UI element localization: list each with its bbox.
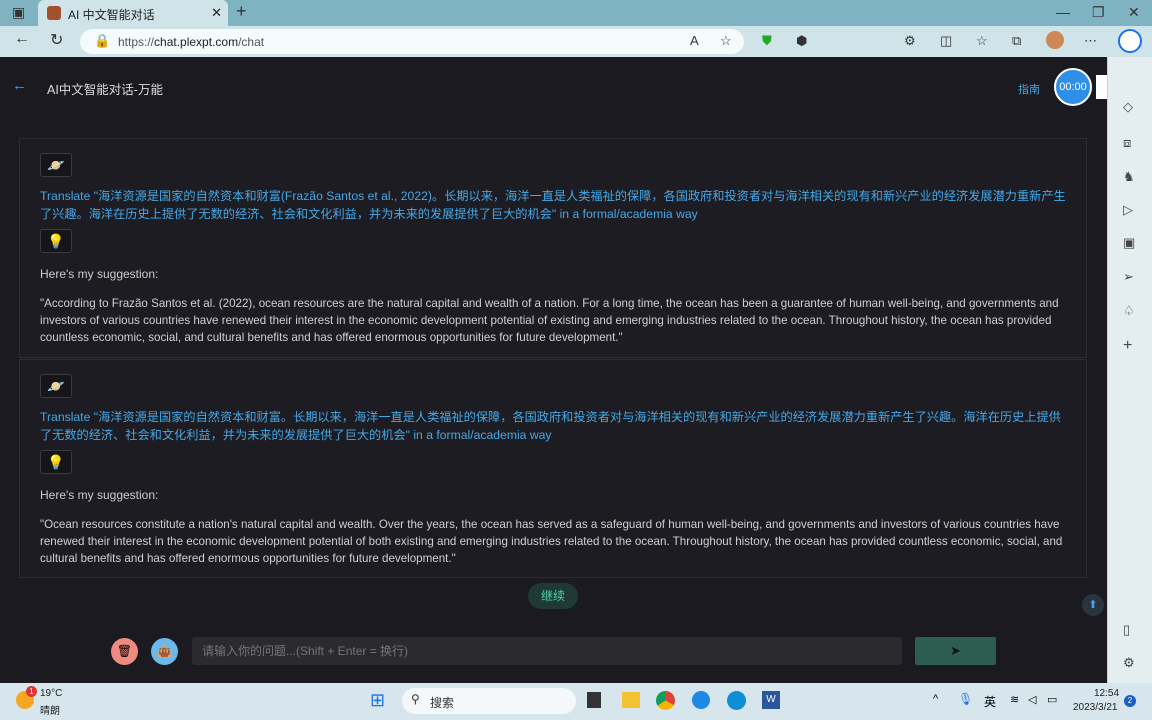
word-icon[interactable]: W xyxy=(762,691,780,709)
sidebar-toggle-icon[interactable]: ▯ xyxy=(1123,622,1130,638)
close-tab-icon[interactable]: ✕ xyxy=(211,5,222,21)
page-title: AI中文智能对话-万能 xyxy=(47,83,163,97)
explorer-icon[interactable] xyxy=(622,692,640,708)
tray-chevron-icon[interactable]: ^ xyxy=(933,693,938,705)
search-label: 搜索 xyxy=(430,696,455,710)
answer-text: "According to Frazão Santos et al. (2022… xyxy=(40,297,1059,344)
battery-icon[interactable]: ▭ xyxy=(1047,693,1057,706)
url-prefix: https:// xyxy=(118,35,155,49)
message-card: 🪐 Translate "海洋资源是国家的自然资本和财富(Frazão Sant… xyxy=(19,138,1087,358)
outlook-icon[interactable]: ▣ xyxy=(1123,235,1135,251)
wifi-icon[interactable]: ≋ xyxy=(1010,693,1019,706)
toolbox-icon[interactable]: ⧈ xyxy=(1123,135,1131,151)
answer-label: Here's my suggestion: xyxy=(40,267,159,281)
tab-actions-icon[interactable]: ▣ xyxy=(12,4,25,21)
temperature: 19°C xyxy=(40,688,63,699)
tab-title: AI 中文智能对话 xyxy=(68,8,155,22)
clear-button[interactable]: 🗑 xyxy=(111,638,138,665)
url-path: /chat xyxy=(238,35,265,49)
favicon-icon xyxy=(47,6,61,20)
recording-timer[interactable]: 00:00 xyxy=(1054,68,1092,106)
tag-icon[interactable]: ◇ xyxy=(1123,99,1133,115)
scroll-top-button[interactable]: ⬆ xyxy=(1082,594,1104,616)
user-planet-icon: 🪐 xyxy=(40,374,72,398)
weather-badge: 1 xyxy=(26,686,37,697)
chat-input[interactable] xyxy=(192,637,902,665)
weather-text: 晴朗 xyxy=(40,706,60,717)
clock-date[interactable]: 2023/3/21 xyxy=(1073,702,1118,713)
favorite-icon[interactable]: ☆ xyxy=(720,33,732,49)
guide-link[interactable]: 指南 xyxy=(1018,81,1040,97)
address-bar: ← ↻ https://chat.plexpt.com/chat 🔒 A ☆ ⛊… xyxy=(0,26,1152,57)
minimize-icon[interactable]: — xyxy=(1056,4,1070,20)
close-window-icon[interactable]: ✕ xyxy=(1128,4,1140,21)
recorder-panel xyxy=(1096,75,1107,99)
mic-icon[interactable]: 🎙 xyxy=(958,692,973,706)
chrome-icon[interactable] xyxy=(656,691,675,710)
bing-icon[interactable] xyxy=(1118,29,1142,53)
send-icon[interactable]: ➢ xyxy=(1123,269,1134,285)
url-host: chat.plexpt.com xyxy=(154,35,239,49)
bot-lightbulb-icon: 💡 xyxy=(40,229,72,253)
maximize-icon[interactable]: ❐ xyxy=(1092,4,1105,21)
shield-icon[interactable]: ⛊ xyxy=(762,33,772,49)
user-planet-icon: 🪐 xyxy=(40,153,72,177)
more-icon[interactable]: ⋯ xyxy=(1084,33,1097,49)
search-box[interactable]: ⚲ 搜索 xyxy=(402,688,576,714)
answer-label: Here's my suggestion: xyxy=(40,488,159,502)
edge-icon[interactable] xyxy=(727,691,746,710)
app-icon[interactable] xyxy=(587,692,601,708)
extensions-icon[interactable]: ⚙ xyxy=(904,33,916,49)
bell-icon[interactable]: ♤ xyxy=(1123,303,1135,319)
lock-icon: 🔒 xyxy=(94,33,111,48)
refresh-icon[interactable]: ↻ xyxy=(50,30,63,50)
url-input[interactable]: https://chat.plexpt.com/chat xyxy=(80,29,744,54)
extension-icon[interactable]: ⬢ xyxy=(796,33,807,49)
app2-icon[interactable] xyxy=(692,691,710,709)
back-icon[interactable]: ← xyxy=(14,30,30,48)
user-question: Translate "海洋资源是国家的自然资本和财富(Frazão Santos… xyxy=(40,189,1066,221)
settings-icon[interactable]: ⚙ xyxy=(1123,655,1135,671)
answer-text: "Ocean resources constitute a nation's n… xyxy=(40,518,1063,565)
drop-icon[interactable]: ▷ xyxy=(1123,202,1133,218)
bot-lightbulb-icon: 💡 xyxy=(40,450,72,474)
notification-badge[interactable]: 2 xyxy=(1124,695,1136,707)
start-icon[interactable]: ⊞ xyxy=(370,690,385,711)
message-card: 🪐 Translate "海洋资源是国家的自然资本和财富。长期以来，海洋一直是人… xyxy=(19,359,1087,578)
taskbar: 1 19°C 晴朗 ⊞ ⚲ 搜索 W ^ 🎙 英 ≋ ◁ ▭ 12:54 2023… xyxy=(0,683,1152,720)
read-aloud-icon[interactable]: A xyxy=(690,33,699,48)
tab-bar: ▣ AI 中文智能对话 ✕ + — ❐ ✕ xyxy=(0,0,1152,26)
favorites-icon[interactable]: ☆ xyxy=(976,33,988,49)
save-button[interactable]: 👜 xyxy=(151,638,178,665)
split-icon[interactable]: ◫ xyxy=(940,33,952,49)
volume-icon[interactable]: ◁ xyxy=(1028,693,1036,706)
user-question: Translate "海洋资源是国家的自然资本和财富。长期以来，海洋一直是人类福… xyxy=(40,410,1061,442)
games-icon[interactable]: ♞ xyxy=(1123,169,1135,185)
send-button[interactable]: ➤ xyxy=(915,637,996,665)
new-tab-icon[interactable]: + xyxy=(236,1,247,22)
clock-time[interactable]: 12:54 xyxy=(1094,688,1119,699)
page-header: ← AI中文智能对话-万能 指南 00:00 xyxy=(0,57,1137,117)
edge-sidebar: ◇ ⧈ ♞ ▷ ▣ ➢ ♤ + ▯ ⚙ xyxy=(1107,57,1152,683)
back-arrow-icon[interactable]: ← xyxy=(12,77,27,94)
search-icon: ⚲ xyxy=(411,692,420,706)
collections-icon[interactable]: ⧉ xyxy=(1012,33,1021,49)
avatar[interactable] xyxy=(1046,31,1064,49)
add-icon[interactable]: + xyxy=(1123,337,1132,355)
continue-button[interactable]: 继续 xyxy=(528,583,578,609)
ime-indicator[interactable]: 英 xyxy=(984,693,996,710)
tab-active[interactable]: AI 中文智能对话 ✕ xyxy=(38,0,228,26)
